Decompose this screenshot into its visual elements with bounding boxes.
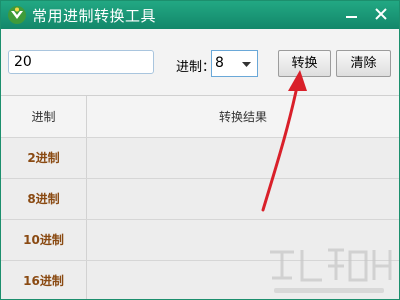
base-select[interactable]: 8 [211, 50, 258, 77]
table-row[interactable]: 10进制 [1, 220, 399, 261]
base-label: 进制： [176, 60, 216, 75]
convert-button[interactable]: 转换 [278, 50, 331, 77]
row-result-cell[interactable] [87, 138, 399, 178]
base-select-value: 8 [215, 55, 224, 71]
row-base-label: 16进制 [1, 261, 87, 299]
row-result-cell[interactable] [87, 261, 399, 299]
column-header-base: 进制 [1, 96, 87, 137]
table-row[interactable]: 8进制 [1, 179, 399, 220]
number-input[interactable]: 20 [8, 50, 154, 74]
toolbar: 20 进制： 8 转换 清除 [1, 29, 399, 95]
converter-window: 常用进制转换工具 20 进制： 8 转换 清除 进制 转换结果 2进制 8进制 [0, 0, 400, 300]
close-icon[interactable] [370, 4, 392, 24]
row-base-label: 2进制 [1, 138, 87, 178]
window-title: 常用进制转换工具 [32, 7, 157, 25]
minimize-icon[interactable] [341, 4, 363, 24]
title-bar[interactable]: 常用进制转换工具 [1, 1, 399, 29]
app-icon [8, 6, 26, 24]
chevron-down-icon[interactable] [238, 52, 255, 75]
table-row[interactable]: 16进制 [1, 261, 399, 299]
row-base-label: 10进制 [1, 220, 87, 260]
row-result-cell[interactable] [87, 179, 399, 219]
clear-button[interactable]: 清除 [336, 50, 391, 77]
table-header-row: 进制 转换结果 [1, 96, 399, 138]
row-base-label: 8进制 [1, 179, 87, 219]
table-row[interactable]: 2进制 [1, 138, 399, 179]
column-header-result: 转换结果 [218, 110, 267, 124]
result-grid: 进制 转换结果 2进制 8进制 10进制 16进制 [1, 95, 399, 299]
row-result-cell[interactable] [87, 220, 399, 260]
